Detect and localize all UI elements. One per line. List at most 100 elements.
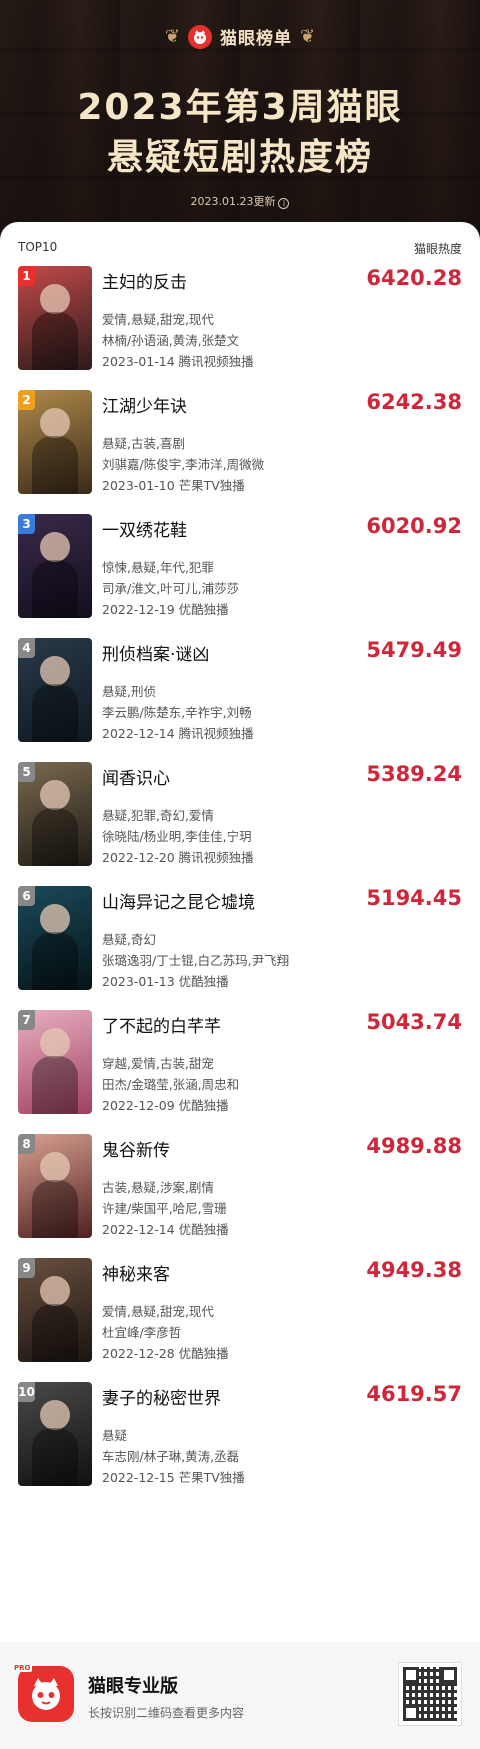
heat-value: 6420.28 — [366, 266, 462, 290]
laurel-left-icon: ❦ — [164, 26, 180, 47]
rank-badge: 4 — [18, 638, 35, 658]
poster-figure-body — [32, 1428, 78, 1486]
heat-value: 5043.74 — [366, 1010, 462, 1034]
release-date-platform: 2022-12-14 优酷独播 — [102, 1222, 229, 1237]
list-item[interactable]: 3 一双绣花鞋 6020.92 惊悚,悬疑,年代,犯罪司承/淮文,叶可儿,浦莎莎 202… — [18, 514, 462, 624]
poster-image[interactable]: 4 — [18, 638, 92, 742]
qr-code[interactable] — [398, 1662, 462, 1726]
qr-finder-top-left — [403, 1667, 419, 1683]
heat-value: 4949.38 — [366, 1258, 462, 1282]
page: ❦ 猫眼榜单 ❦ 2023年第3周猫眼 悬疑短剧热度榜 2023.01.23更新… — [0, 0, 480, 1749]
maoyan-pro-logo-icon[interactable] — [18, 1666, 74, 1722]
genre-tags: 悬疑,刑侦 — [102, 684, 156, 699]
poster-figure-head — [40, 656, 70, 686]
genre-tags: 悬疑,奇幻 — [102, 932, 156, 947]
info-icon[interactable]: i — [278, 198, 290, 209]
updated-date: 2023.01.23更新 i — [0, 193, 480, 209]
poster-figure-body — [32, 560, 78, 618]
rank-badge: 1 — [18, 266, 35, 286]
drama-title[interactable]: 妻子的秘密世界 — [102, 1384, 221, 1409]
list-item[interactable]: 9 神秘来客 4949.38 爱情,悬疑,甜宠,现代 杜宜峰/李彦哲 2022-12-28… — [18, 1258, 462, 1368]
cast-list: 李云鹏/陈楚东,辛祚宇,刘畅 — [102, 705, 252, 720]
poster-image[interactable]: 8 — [18, 1134, 92, 1238]
footer-subtitle: 长按识别二维码查看更多内容 — [88, 1706, 245, 1720]
release-date-platform: 2022-12-14 腾讯视频独播 — [102, 726, 254, 741]
release-date-platform: 2022-12-20 腾讯视频独播 — [102, 850, 254, 865]
poster-figure-head — [40, 904, 70, 934]
poster-figure-head — [40, 1276, 70, 1306]
heat-column-label: 猫眼热度 — [413, 242, 462, 256]
rank-badge: 6 — [18, 886, 35, 906]
rank-badge: 10 — [18, 1382, 35, 1402]
list-header: TOP10 猫眼热度 — [18, 240, 462, 257]
heat-value: 6020.92 — [366, 514, 462, 538]
poster-figure-body — [32, 684, 78, 742]
poster-image[interactable]: 9 — [18, 1258, 92, 1362]
poster-image[interactable]: 1 — [18, 266, 92, 370]
cast-list: 司承/淮文,叶可儿,浦莎莎 — [102, 581, 240, 596]
rank-badge: 2 — [18, 390, 35, 410]
poster-image[interactable]: 10 — [18, 1382, 92, 1486]
poster-image[interactable]: 6 — [18, 886, 92, 990]
release-date-platform: 2022-12-09 优酷独播 — [102, 1098, 229, 1113]
laurel-right-icon: ❦ — [300, 26, 316, 47]
genre-tags: 悬疑 — [102, 1428, 128, 1443]
drama-title[interactable]: 神秘来客 — [102, 1260, 170, 1285]
drama-title[interactable]: 一双绣花鞋 — [102, 516, 187, 541]
rank-badge: 7 — [18, 1010, 35, 1030]
rank-badge: 8 — [18, 1134, 35, 1154]
poster-figure-head — [40, 1028, 70, 1058]
release-date-platform: 2022-12-19 优酷独播 — [102, 602, 229, 617]
ranking-card: TOP10 猫眼热度 1 主妇的反击 6420.28 爱情,悬疑,甜宠,现代 林楠/孙语… — [0, 222, 480, 1642]
drama-title[interactable]: 鬼谷新传 — [102, 1136, 170, 1161]
list-item[interactable]: 2 江湖少年诀 6242.38 悬疑,古装,喜剧 刘骐嘉/陈俊宇,李沛洋,周微微 2023… — [18, 390, 462, 500]
release-date-platform: 2022-12-28 优酷独播 — [102, 1346, 229, 1361]
list-item[interactable]: 7 了不起的白芊芊 5043.74 穿越,爱情,古装,甜宠田杰/金璐莹,张涵,周忠和 2… — [18, 1010, 462, 1120]
footer-title: 猫眼专业版 — [88, 1676, 178, 1697]
poster-image[interactable]: 7 — [18, 1010, 92, 1114]
brand: ❦ 猫眼榜单 ❦ — [0, 24, 480, 49]
genre-tags: 穿越,爱情,古装,甜宠 — [102, 1056, 214, 1071]
genre-tags: 惊悚,悬疑,年代,犯罪 — [102, 560, 214, 575]
drama-title[interactable]: 了不起的白芊芊 — [102, 1012, 221, 1037]
footer: PRO 猫眼专业版 长按识别二维码查看更多内容 — [0, 1642, 480, 1749]
list-item[interactable]: 1 主妇的反击 6420.28 爱情,悬疑,甜宠,现代 林楠/孙语涵,黄涛,张楚文 202… — [18, 266, 462, 376]
poster-image[interactable]: 3 — [18, 514, 92, 618]
poster-figure-body — [32, 312, 78, 370]
page-title-line1: 2023年第3周猫眼 — [77, 87, 403, 128]
list-item[interactable]: 10 妻子的秘密世界 4619.57 悬疑 车志刚/林子琳,黄涛,丞磊 2022-12-1… — [18, 1382, 462, 1492]
release-date-platform: 2022-12-15 芒果TV独播 — [102, 1470, 245, 1485]
cast-list: 徐晓陆/杨业明,李佳佳,宁玥 — [102, 829, 252, 844]
release-date-platform: 2023-01-13 优酷独播 — [102, 974, 229, 989]
rank-badge: 9 — [18, 1258, 35, 1278]
drama-title[interactable]: 山海异记之昆仑墟境 — [102, 888, 255, 913]
list-item[interactable]: 6 山海异记之昆仑墟境 5194.45 悬疑,奇幻 张璐逸羽/丁士锟,白乙苏玛,尹飞翔 2… — [18, 886, 462, 996]
heat-value: 4619.57 — [366, 1382, 462, 1406]
poster-figure-body — [32, 1056, 78, 1114]
list-item[interactable]: 4 刑侦档案·谜凶 5479.49 悬疑,刑侦李云鹏/陈楚东,辛祚宇,刘畅 2022-1… — [18, 638, 462, 748]
drama-title[interactable]: 刑侦档案·谜凶 — [102, 640, 209, 665]
genre-tags: 悬疑,古装,喜剧 — [102, 436, 185, 451]
page-title-line2: 悬疑短剧热度榜 — [106, 137, 373, 178]
rank-badge: 5 — [18, 762, 35, 782]
poster-image[interactable]: 2 — [18, 390, 92, 494]
list-item[interactable]: 8 鬼谷新传 4989.88 古装,悬疑,涉案,剧情 许建/柴国平,哈尼,雪珊 2022-… — [18, 1134, 462, 1244]
cast-list: 田杰/金璐莹,张涵,周忠和 — [102, 1077, 240, 1092]
drama-title[interactable]: 主妇的反击 — [102, 268, 187, 293]
drama-title[interactable]: 闻香识心 — [102, 764, 170, 789]
poster-figure-body — [32, 932, 78, 990]
poster-figure-body — [32, 1304, 78, 1362]
poster-figure-body — [32, 436, 78, 494]
heat-value: 6242.38 — [366, 390, 462, 414]
heat-value: 5479.49 — [366, 638, 462, 662]
list-item[interactable]: 5 闻香识心 5389.24 悬疑,犯罪,奇幻,爱情 徐晓陆/杨业明,李佳佳,宁玥 202… — [18, 762, 462, 872]
qr-pattern — [403, 1667, 457, 1721]
qr-finder-bottom-left — [403, 1705, 419, 1721]
cast-list: 许建/柴国平,哈尼,雪珊 — [102, 1201, 227, 1216]
poster-image[interactable]: 5 — [18, 762, 92, 866]
poster-figure-head — [40, 532, 70, 562]
poster-figure-head — [40, 408, 70, 438]
genre-tags: 悬疑,犯罪,奇幻,爱情 — [102, 808, 214, 823]
pro-badge: PRO — [12, 1664, 33, 1672]
drama-title[interactable]: 江湖少年诀 — [102, 392, 187, 417]
